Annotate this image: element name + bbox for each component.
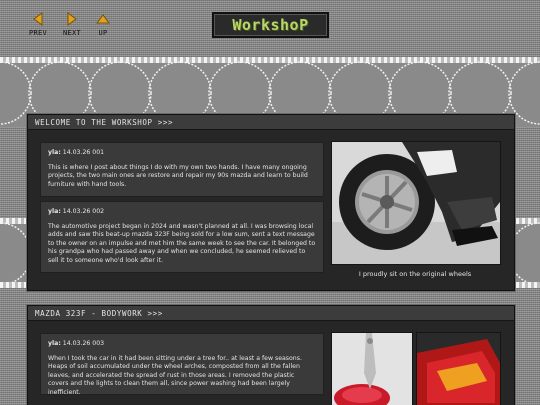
- section-welcome: WELCOME TO THE WORKSHOP >>> yla: 14.03.2…: [27, 114, 515, 291]
- section-title: WELCOME TO THE WORKSHOP >>>: [35, 117, 174, 127]
- section-bodywork: MAZDA 323F - BODYWORK >>> yla: 14.03.26 …: [27, 305, 515, 405]
- next-nav-button[interactable]: NEXT: [63, 12, 81, 37]
- logo-text: WorkshoP: [232, 16, 309, 34]
- post-meta: yla: 14.03.26 002: [48, 208, 316, 217]
- cleaning-photo: [331, 332, 413, 405]
- prev-nav-button[interactable]: PREV: [29, 12, 47, 37]
- prev-arrow-icon: [33, 12, 43, 26]
- prev-label: PREV: [29, 29, 48, 37]
- post-author: yla:: [48, 149, 61, 156]
- wheel-photo: [331, 141, 501, 265]
- next-label: NEXT: [63, 29, 82, 37]
- post-001: yla: 14.03.26 001 This is where I post a…: [40, 142, 324, 197]
- post-body: When I took the car in it had been sitti…: [48, 354, 302, 396]
- section-title: MAZDA 323F - BODYWORK >>>: [35, 308, 163, 318]
- up-nav-button[interactable]: UP: [96, 12, 110, 37]
- post-003: yla: 14.03.26 003 When I took the car in…: [40, 333, 324, 396]
- post-date: 14.03.26 001: [62, 149, 105, 156]
- post-meta: yla: 14.03.26 001: [48, 149, 316, 158]
- up-arrow-icon: [96, 14, 110, 24]
- workshop-logo: WorkshoP: [212, 12, 329, 38]
- post-meta: yla: 14.03.26 003: [48, 340, 316, 349]
- post-author: yla:: [48, 340, 61, 347]
- post-date: 14.03.26 003: [62, 340, 105, 347]
- up-label: UP: [98, 29, 108, 37]
- next-arrow-icon: [67, 12, 77, 26]
- photo-caption: I proudly sit on the original wheels: [358, 270, 472, 278]
- post-002: yla: 14.03.26 002 The automotive project…: [40, 201, 324, 273]
- taillight-photo: [416, 332, 501, 405]
- post-author: yla:: [48, 208, 61, 215]
- post-date: 14.03.26 002: [62, 208, 105, 215]
- post-body: The automotive project began in 2024 and…: [48, 222, 316, 264]
- section-header: MAZDA 323F - BODYWORK >>>: [28, 306, 514, 321]
- post-body: This is where I post about things I do w…: [48, 163, 308, 188]
- section-header: WELCOME TO THE WORKSHOP >>>: [28, 115, 514, 130]
